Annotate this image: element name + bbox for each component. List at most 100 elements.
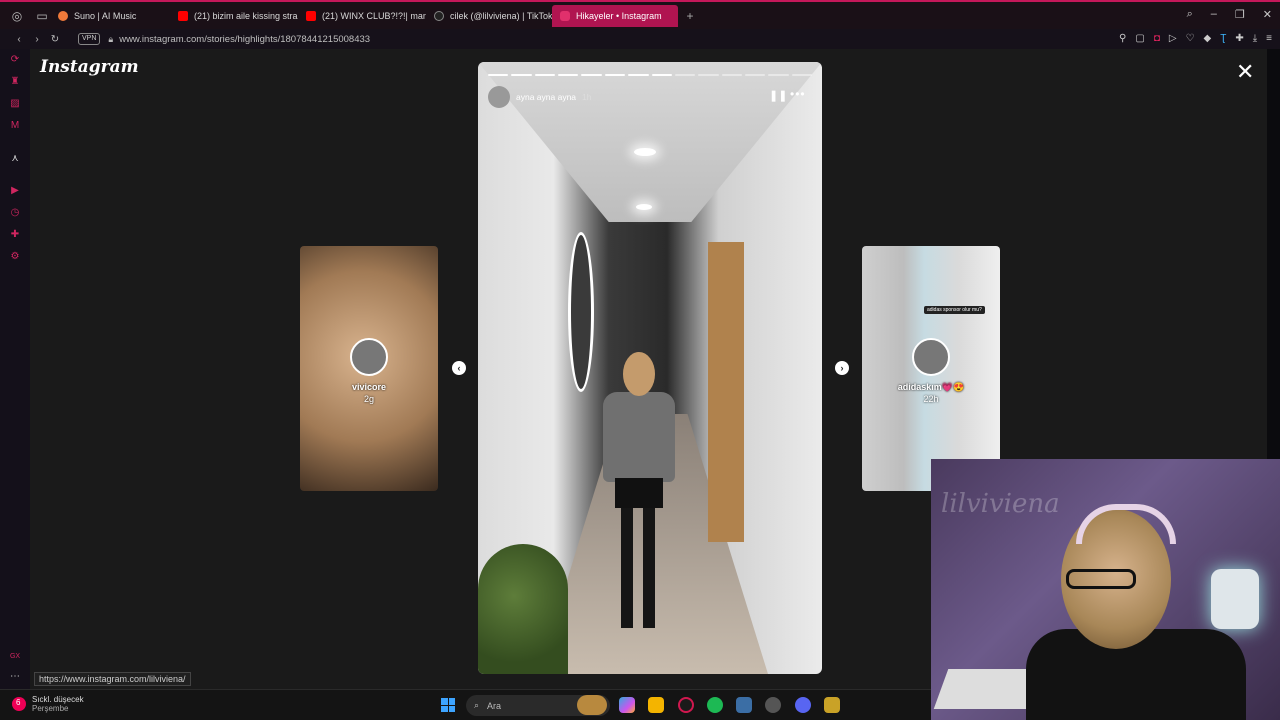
spotify-icon[interactable] (707, 697, 723, 713)
progress-segment (791, 74, 813, 76)
tab-label: (21) bizim aile kissing stra (194, 10, 298, 21)
previous-story-card[interactable]: vivicore 2g (300, 246, 438, 491)
restore-icon[interactable]: ❐ (1235, 8, 1245, 21)
discord-icon[interactable] (795, 697, 811, 713)
opera-gx-taskbar-icon[interactable] (678, 697, 694, 713)
progress-segment (534, 74, 556, 76)
tab-label: (21) WINX CLUB?!?!| man (322, 10, 426, 21)
close-window-icon[interactable]: ✕ (1263, 8, 1272, 21)
weather-day: Perşembe (32, 704, 69, 713)
next-arrow-icon[interactable]: › (835, 361, 849, 375)
gx-corner-icon[interactable]: ♜ (9, 76, 21, 88)
story-username: adidaskım💗😍 (897, 382, 965, 392)
extension-icon[interactable]: ◆ (1204, 33, 1212, 44)
heart-icon[interactable]: ♡ (1186, 33, 1195, 44)
pin-icon[interactable]: ⚲ (1119, 33, 1126, 44)
search-icon: ⌕ (474, 700, 480, 710)
mail-icon[interactable]: M (9, 120, 21, 132)
story-avatar (912, 338, 950, 376)
gx-cleaner-icon[interactable]: ▨ (9, 98, 21, 110)
microphone (1211, 569, 1259, 629)
download-icon[interactable]: ⤓ (1253, 33, 1257, 44)
youtube-favicon-icon (306, 10, 316, 21)
opera-gx-logo-icon[interactable]: ◎ (9, 8, 25, 24)
back-icon[interactable]: ‹ (10, 34, 28, 45)
photo-person (603, 352, 675, 632)
tab-manager-icon[interactable]: ▭ (34, 8, 50, 24)
current-story[interactable]: ayna ayna ayna 1h ❚❚ ••• (478, 62, 822, 674)
url-field[interactable]: www.instagram.com/stories/highlights/180… (119, 34, 370, 45)
browser-tab-bar: ◎ ▭ Suno | AI Music (21) bizim aile kiss… (0, 0, 1280, 29)
weather-badge: 6 (16, 698, 21, 707)
tab-youtube-1[interactable]: (21) bizim aile kissing stra (170, 5, 298, 27)
copilot-icon[interactable] (619, 697, 635, 713)
ai-aria-icon[interactable]: ⋏ (9, 153, 21, 165)
webcam-overlay: lilviviena (931, 459, 1280, 720)
tab-instagram[interactable]: Hikayeler • Instagram (552, 4, 678, 27)
tab-suno[interactable]: Suno | AI Music (50, 5, 170, 27)
app-icon[interactable] (736, 697, 752, 713)
tab-label: cilek (@lilviviena) | TikTok (450, 10, 552, 21)
neon-wall-sign: lilviviena (941, 489, 1060, 519)
league-icon[interactable] (824, 697, 840, 713)
weather-widget[interactable]: 6 Sıckl. düşecek Perşembe (12, 695, 84, 713)
search-placeholder: Ara (487, 700, 502, 711)
progress-segment (581, 74, 602, 76)
tab-tiktok[interactable]: cilek (@lilviviena) | TikTok (426, 5, 552, 27)
previous-arrow-icon[interactable]: ‹ (452, 361, 466, 375)
progress-segment (721, 74, 742, 76)
windows-start-icon[interactable] (441, 698, 455, 712)
progress-segment (651, 74, 672, 76)
link-status-tooltip: https://www.instagram.com/lilviviena/ (34, 672, 191, 686)
glasses (1066, 569, 1136, 589)
next-story-card[interactable]: adidas sponsor olur mu? adidaskım💗😍 22h (862, 246, 1000, 491)
youtube-favicon-icon (178, 10, 188, 21)
progress-segment (674, 74, 696, 76)
lock-icon[interactable]: 🔒︎ (108, 34, 113, 45)
avatar[interactable] (488, 86, 510, 108)
steam-icon[interactable] (765, 697, 781, 713)
search-tabs-icon[interactable]: ⌕ (1187, 8, 1193, 21)
instagram-logo[interactable]: Instagram (40, 57, 139, 77)
story-username: vivicore (351, 382, 387, 392)
progress-segment (511, 74, 532, 76)
story-progress-bar (488, 74, 813, 76)
search-highlight-icon[interactable] (577, 695, 607, 715)
progress-segment (604, 74, 626, 76)
minimize-icon[interactable]: – (1211, 8, 1217, 21)
settings-icon[interactable]: ⚙ (9, 251, 21, 263)
new-tab-plus-icon[interactable]: + (682, 9, 698, 23)
progress-segment (488, 74, 509, 76)
progress-segment (558, 74, 579, 76)
tab-label: Hikayeler • Instagram (576, 10, 662, 21)
more-icon[interactable]: ⋯ (9, 671, 21, 683)
pocket-icon[interactable]: ◘ (1154, 33, 1160, 44)
play-icon[interactable]: ▷ (1169, 33, 1177, 44)
gx-label[interactable]: GX (9, 651, 21, 663)
translate-icon[interactable]: Ʈ (1220, 33, 1226, 44)
story-time: 1h (582, 92, 592, 102)
extensions-icon[interactable]: ✚ (9, 229, 21, 241)
photo-door (708, 242, 744, 542)
player-icon[interactable]: ▶ (9, 185, 21, 197)
more-options-icon[interactable]: ••• (790, 87, 806, 101)
file-explorer-icon[interactable] (648, 697, 664, 713)
gx-control-icon[interactable]: ⟳ (9, 54, 21, 66)
forward-icon[interactable]: › (28, 34, 46, 45)
vpn-badge[interactable]: VPN (78, 33, 101, 45)
close-story-icon[interactable]: ✕ (1236, 61, 1254, 83)
puzzle-icon[interactable]: ✚ (1235, 33, 1243, 44)
weather-icon: 6 (12, 697, 26, 711)
history-icon[interactable]: ◷ (9, 207, 21, 219)
story-age: 2g (363, 394, 374, 404)
pause-icon[interactable]: ❚❚ (769, 89, 787, 102)
menu-icon[interactable]: ≡ (1266, 33, 1272, 44)
story-age: 22h (923, 394, 939, 404)
ceiling-light (636, 204, 652, 210)
instagram-favicon-icon (560, 10, 570, 21)
photo-leg (643, 508, 655, 628)
snapshot-icon[interactable]: ▢ (1135, 33, 1144, 44)
tab-youtube-2[interactable]: (21) WINX CLUB?!?!| man (298, 5, 426, 27)
story-title[interactable]: ayna ayna ayna (516, 92, 576, 102)
reload-icon[interactable]: ↻ (46, 34, 64, 45)
